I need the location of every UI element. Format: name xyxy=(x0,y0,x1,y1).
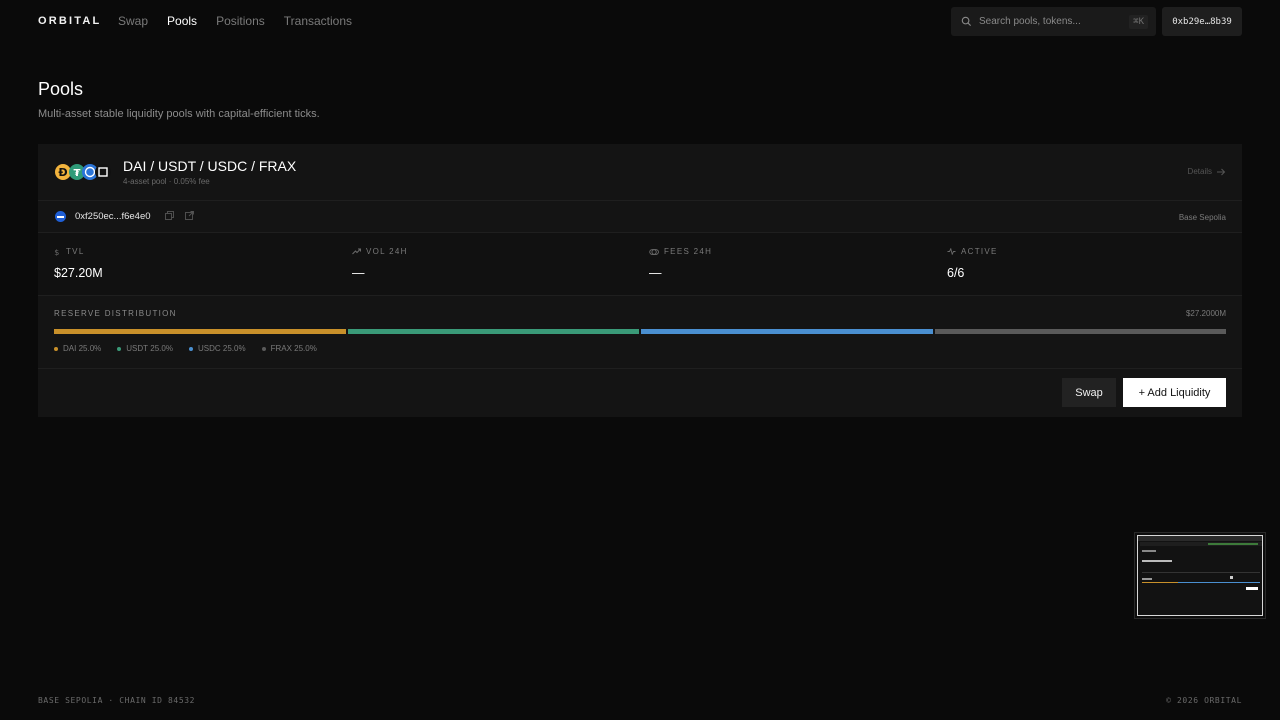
trend-up-icon xyxy=(352,248,361,255)
legend-item-frax: FRAX 25.0% xyxy=(261,344,317,353)
legend-symbol: USDT xyxy=(126,344,149,353)
pool-meta: 4-asset pool · 0.05% fee xyxy=(123,177,210,186)
page-subtitle: Multi-asset stable liquidity pools with … xyxy=(38,108,320,120)
nav-pools[interactable]: Pools xyxy=(167,14,197,28)
main-nav: Swap Pools Positions Transactions xyxy=(118,14,371,28)
stat-label: TVL xyxy=(66,247,85,256)
nav-transactions[interactable]: Transactions xyxy=(284,14,352,28)
usdt-dot-icon xyxy=(117,346,122,351)
legend-symbol: USDC xyxy=(197,344,221,353)
add-liquidity-button[interactable]: + Add Liquidity xyxy=(1123,378,1226,407)
legend-item-dai: DAI 25.0% xyxy=(54,344,101,353)
swap-button[interactable]: Swap xyxy=(1062,378,1116,407)
top-bar: ORBITAL Swap Pools Positions Transaction… xyxy=(0,0,1280,42)
token-logos-icon: Đ ₮ xyxy=(55,164,111,180)
stat-label: VOL 24H xyxy=(366,247,408,256)
external-link-icon[interactable] xyxy=(185,211,194,220)
usdc-dot-icon xyxy=(188,346,193,351)
legend-share: 25.0% xyxy=(78,344,102,353)
activity-icon xyxy=(947,248,956,255)
nav-swap[interactable]: Swap xyxy=(118,14,148,28)
pool-actions: Swap + Add Liquidity xyxy=(38,369,1242,417)
svg-text:Đ: Đ xyxy=(58,166,67,179)
legend-symbol: FRAX xyxy=(270,344,292,353)
legend-share: 25.0% xyxy=(150,344,173,353)
dollar-icon: $ xyxy=(54,248,60,256)
wallet-button[interactable]: 0xb29e…8b39 xyxy=(1162,7,1242,36)
reserve-segment-usdc xyxy=(641,329,933,334)
legend-share: 25.0% xyxy=(222,344,246,353)
pool-address: 0xf250ec...f6e4e0 xyxy=(75,211,151,222)
preview-image xyxy=(1138,536,1262,615)
page-title: Pools xyxy=(38,79,84,99)
arrow-right-icon xyxy=(1217,168,1226,175)
pool-name[interactable]: DAI / USDT / USDC / FRAX xyxy=(123,158,296,174)
search-placeholder: Search pools, tokens... xyxy=(979,16,1081,27)
pool-card-header: Đ ₮ DAI / USDT / USDC / FRAX 4-asset poo… xyxy=(38,144,1242,200)
pool-stats: $ TVL $27.20M VOL 24H — FEES 24H — ACTIV… xyxy=(38,233,1242,295)
footer-chain-info: BASE SEPOLIA · CHAIN ID 84532 xyxy=(38,696,196,705)
search-icon xyxy=(961,16,973,28)
svg-text:$: $ xyxy=(54,248,60,256)
reserve-segment-frax xyxy=(934,329,1226,334)
legend-symbol: DAI xyxy=(63,344,77,353)
reserve-bar xyxy=(54,329,1226,334)
footer-copyright: © 2026 ORBITAL xyxy=(1166,696,1242,705)
details-label: Details xyxy=(1187,167,1212,176)
reserve-distribution: RESERVE DISTRIBUTION $27.2000M DAI 25.0%… xyxy=(38,296,1242,368)
pool-card: Đ ₮ DAI / USDT / USDC / FRAX 4-asset poo… xyxy=(38,144,1242,417)
page-preview-thumbnail[interactable] xyxy=(1134,532,1266,619)
svg-text:₮: ₮ xyxy=(74,168,81,179)
legend-item-usdt: USDT 25.0% xyxy=(117,344,173,353)
stat-label: ACTIVE xyxy=(961,247,998,256)
stat-value: 6/6 xyxy=(947,266,965,280)
search-shortcut: ⌘K xyxy=(1129,14,1148,29)
legend-share: 25.0% xyxy=(294,344,317,353)
stat-value: — xyxy=(352,266,365,280)
legend-item-usdc: USDC 25.0% xyxy=(188,344,246,353)
frax-dot-icon xyxy=(261,346,266,351)
reserve-segment-usdt xyxy=(347,329,639,334)
stat-value: $27.20M xyxy=(54,266,103,280)
reserve-legend: DAI 25.0% USDT 25.0% USDC 25.0% FRAX 25.… xyxy=(54,344,333,353)
stat-label: FEES 24H xyxy=(664,247,713,256)
details-link[interactable]: Details xyxy=(1188,167,1226,176)
brand-logo[interactable]: ORBITAL xyxy=(38,15,101,27)
copy-icon[interactable] xyxy=(165,211,174,220)
base-chain-icon xyxy=(55,211,66,222)
reserve-total: $27.2000M xyxy=(1185,309,1226,318)
nav-positions[interactable]: Positions xyxy=(216,14,265,28)
reserve-segment-dai xyxy=(54,329,346,334)
coins-icon xyxy=(649,248,659,255)
pool-address-row: 0xf250ec...f6e4e0 Base Sepolia xyxy=(38,201,1242,232)
dai-dot-icon xyxy=(54,346,58,351)
stat-value: — xyxy=(649,266,662,280)
search-input[interactable]: Search pools, tokens... ⌘K xyxy=(951,7,1156,36)
reserve-label: RESERVE DISTRIBUTION xyxy=(54,309,177,318)
network-label: Base Sepolia xyxy=(1178,213,1226,222)
